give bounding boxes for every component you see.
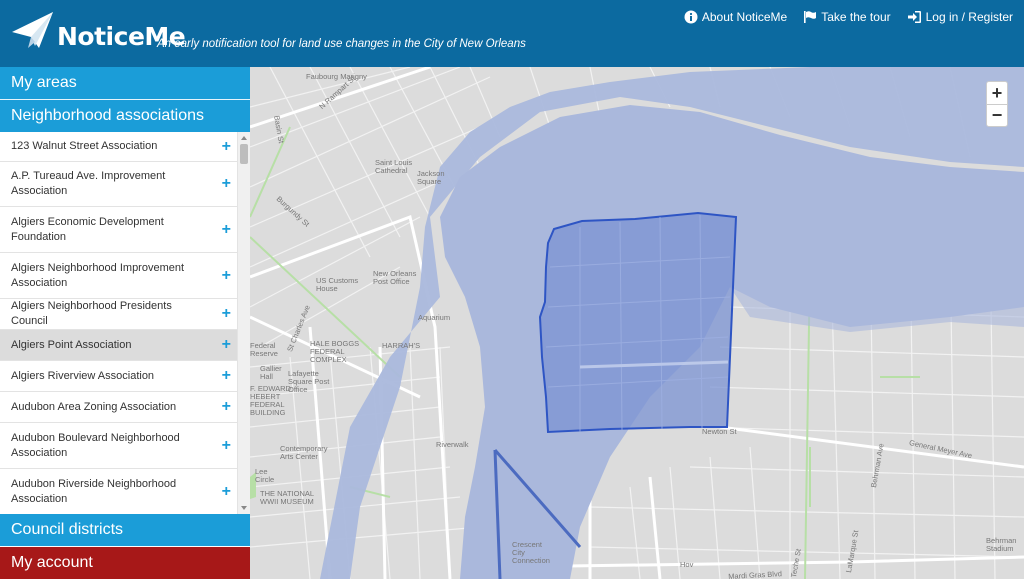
map-label-newton: Newton St	[702, 427, 737, 436]
association-label: Audubon Riverside Neighborhood Associati…	[11, 477, 177, 505]
association-label: Algiers Neighborhood Improvement Associa…	[11, 261, 185, 289]
my-areas-header[interactable]: My areas	[0, 67, 250, 99]
map-label-contemporary: Contemporary Arts Center	[280, 444, 328, 461]
map-canvas[interactable]	[250, 67, 1024, 579]
tagline: An early notification tool for land use …	[157, 38, 526, 50]
association-item[interactable]: Algiers Economic Development Foundation +	[0, 207, 237, 253]
map-label-hov: Hov	[680, 560, 694, 569]
login-icon	[907, 11, 921, 23]
map-label-national-museum: THE NATIONAL WWII MUSEUM	[260, 489, 314, 506]
top-nav: About NoticeMe Take the tour Log in / Re…	[684, 10, 1013, 24]
map-label-hale: HALE BOGGS FEDERAL COMPLEX	[310, 339, 360, 364]
association-item[interactable]: 123 Walnut Street Association +	[0, 132, 237, 162]
add-plus-icon[interactable]: +	[222, 437, 231, 454]
login-link[interactable]: Log in / Register	[907, 10, 1013, 24]
info-icon	[684, 10, 698, 24]
add-plus-icon[interactable]: +	[222, 221, 231, 238]
scroll-down-arrow-icon[interactable]	[241, 506, 247, 510]
map-label-lee-circle: Lee Circle	[255, 467, 275, 484]
association-item[interactable]: A.P. Tureaud Ave. Improvement Associatio…	[0, 162, 237, 207]
map-label-hebert: F. EDWARD HEBERT FEDERAL BUILDING	[250, 384, 291, 417]
map-label-gallier: Gallier Hall	[260, 364, 282, 381]
sidebar: My areas Neighborhood associations 123 W…	[0, 67, 250, 579]
association-label: Algiers Point Association	[11, 338, 132, 351]
association-item[interactable]: Audubon Boulevard Neighborhood Associati…	[0, 423, 237, 469]
tour-label: Take the tour	[821, 10, 891, 24]
map-label-aquarium: Aquarium	[418, 313, 451, 322]
association-label: Algiers Riverview Association	[11, 369, 155, 382]
add-plus-icon[interactable]: +	[222, 306, 231, 322]
zoom-out-button[interactable]: −	[987, 104, 1007, 126]
flag-icon	[804, 11, 817, 23]
map-label-jackson: Jackson Square	[417, 169, 445, 186]
association-item[interactable]: Algiers Riverview Association +	[0, 361, 237, 392]
map-label-behrman-stadium: Behrman Stadium	[986, 536, 1017, 553]
map-label-customs: US Customs House	[316, 276, 359, 293]
map-label-crescent-city: Crescent City Connection	[512, 540, 550, 565]
add-plus-icon[interactable]: +	[222, 176, 231, 192]
map-view[interactable]: Faubourg Marigny N Rampart St Basin St S…	[250, 67, 1024, 579]
login-label: Log in / Register	[925, 10, 1013, 24]
map-label-faubourg: Faubourg Marigny	[306, 72, 367, 81]
association-item[interactable]: Audubon Riverside Neighborhood Associati…	[0, 469, 237, 514]
zoom-in-button[interactable]: +	[987, 82, 1007, 104]
council-districts-header[interactable]: Council districts	[0, 514, 250, 546]
association-item[interactable]: Algiers Point Association +	[0, 330, 237, 361]
add-plus-icon[interactable]: +	[222, 337, 231, 353]
association-label: Algiers Economic Development Foundation	[11, 215, 164, 243]
map-label-harrahs: HARRAH'S	[382, 341, 421, 350]
scroll-up-arrow-icon[interactable]	[241, 136, 247, 140]
association-list-container: 123 Walnut Street Association + A.P. Turea…	[0, 132, 250, 514]
add-plus-icon[interactable]: +	[222, 138, 231, 155]
add-plus-icon[interactable]: +	[222, 368, 231, 384]
map-label-mardi-gras: Mardi Gras Blvd	[727, 569, 783, 579]
association-label: 123 Walnut Street Association	[11, 140, 158, 152]
association-label: Audubon Boulevard Neighborhood Associati…	[11, 431, 180, 459]
tour-link[interactable]: Take the tour	[803, 10, 891, 24]
association-item[interactable]: Algiers Neighborhood Improvement Associa…	[0, 253, 237, 299]
zoom-control: + −	[986, 81, 1008, 127]
association-label: Algiers Neighborhood Presidents Council	[11, 300, 172, 327]
about-link[interactable]: About NoticeMe	[684, 10, 787, 24]
association-label: Audubon Area Zoning Association	[11, 400, 177, 413]
map-label-post-office: New Orleans Post Office	[373, 269, 417, 286]
association-list: 123 Walnut Street Association + A.P. Turea…	[0, 132, 237, 514]
my-account-header[interactable]: My account	[0, 547, 250, 579]
neighborhood-associations-header[interactable]: Neighborhood associations	[0, 100, 250, 132]
about-label: About NoticeMe	[701, 10, 788, 24]
map-label-federal: Federal Reserve	[250, 341, 278, 358]
association-label: A.P. Tureaud Ave. Improvement Associatio…	[11, 170, 166, 197]
add-plus-icon[interactable]: +	[222, 483, 231, 500]
paper-plane-icon	[12, 12, 53, 48]
association-item[interactable]: Audubon Area Zoning Association +	[0, 392, 237, 423]
add-plus-icon[interactable]: +	[222, 399, 231, 415]
algiers-point-polygon[interactable]	[538, 211, 738, 434]
map-label-riverwalk: Riverwalk	[436, 440, 469, 449]
app-header: NoticeMe An early notification tool for …	[0, 0, 1024, 67]
scroll-thumb[interactable]	[240, 144, 248, 164]
list-scrollbar[interactable]	[237, 132, 250, 514]
association-item[interactable]: Algiers Neighborhood Presidents Council +	[0, 299, 237, 330]
add-plus-icon[interactable]: +	[222, 267, 231, 284]
